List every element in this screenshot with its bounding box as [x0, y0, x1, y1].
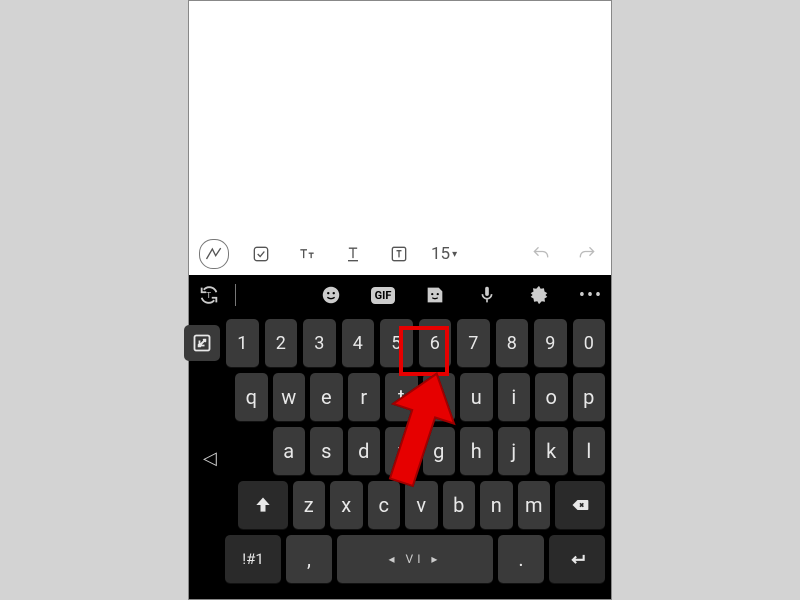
key-h[interactable]: h — [460, 427, 493, 475]
comma-key[interactable]: , — [286, 535, 332, 583]
voice-input-button[interactable] — [473, 281, 501, 309]
text-size-button[interactable] — [293, 240, 321, 268]
space-language-label: ◂ VI ▸ — [389, 552, 442, 566]
key-i[interactable]: i — [498, 373, 531, 421]
separator — [235, 284, 236, 306]
note-canvas[interactable] — [189, 1, 611, 233]
backspace-key[interactable] — [555, 481, 605, 529]
key-0[interactable]: 0 — [573, 319, 606, 367]
font-size-selector[interactable]: 15▾ — [431, 244, 457, 264]
settings-button[interactable] — [525, 281, 553, 309]
key-2[interactable]: 2 — [265, 319, 298, 367]
editor-toolbar: 15▾ — [189, 233, 611, 275]
annotation-arrow — [349, 363, 459, 497]
sticker-button[interactable] — [421, 281, 449, 309]
chevron-down-icon: ▾ — [452, 249, 457, 260]
key-n[interactable]: n — [480, 481, 513, 529]
key-u[interactable]: u — [460, 373, 493, 421]
key-8[interactable]: 8 — [496, 319, 529, 367]
key-9[interactable]: 9 — [534, 319, 567, 367]
pen-tool-button[interactable] — [199, 239, 229, 269]
redo-button[interactable] — [573, 240, 601, 268]
key-7[interactable]: 7 — [457, 319, 490, 367]
checkbox-tool-button[interactable] — [247, 240, 275, 268]
key-w[interactable]: w — [273, 373, 306, 421]
shift-key[interactable] — [238, 481, 288, 529]
expand-keyboard-button[interactable] — [184, 325, 220, 361]
key-z[interactable]: z — [293, 481, 326, 529]
font-size-value: 15 — [431, 244, 450, 264]
key-q[interactable]: q — [235, 373, 268, 421]
keyboard-top-bar: T GIF — [189, 275, 611, 315]
text-underline-button[interactable] — [339, 240, 367, 268]
key-3[interactable]: 3 — [303, 319, 336, 367]
period-key[interactable]: . — [498, 535, 544, 583]
text-box-button[interactable] — [385, 240, 413, 268]
gif-button[interactable]: GIF — [369, 281, 397, 309]
key-o[interactable]: o — [535, 373, 568, 421]
key-e[interactable]: e — [310, 373, 343, 421]
key-m[interactable]: m — [518, 481, 551, 529]
svg-text:T: T — [206, 291, 211, 301]
gif-label: GIF — [371, 287, 396, 304]
key-l[interactable]: l — [573, 427, 606, 475]
undo-button[interactable] — [527, 240, 555, 268]
key-p[interactable]: p — [573, 373, 606, 421]
symbols-key[interactable]: !#1 — [225, 535, 281, 583]
key-4[interactable]: 4 — [342, 319, 375, 367]
more-button[interactable]: ••• — [577, 281, 605, 309]
key-j[interactable]: j — [498, 427, 531, 475]
emoji-button[interactable] — [317, 281, 345, 309]
key-s[interactable]: s — [310, 427, 343, 475]
phone-screen: 15▾ T — [188, 0, 612, 600]
key-1[interactable]: 1 — [226, 319, 259, 367]
screenshot-frame: 15▾ T — [0, 0, 800, 600]
spacebar[interactable]: ◂ VI ▸ — [337, 535, 493, 583]
collapse-left-icon[interactable]: ◁ — [203, 448, 217, 469]
text-cycle-icon[interactable]: T — [195, 281, 223, 309]
key-a[interactable]: a — [273, 427, 306, 475]
key-k[interactable]: k — [535, 427, 568, 475]
enter-key[interactable] — [549, 535, 605, 583]
